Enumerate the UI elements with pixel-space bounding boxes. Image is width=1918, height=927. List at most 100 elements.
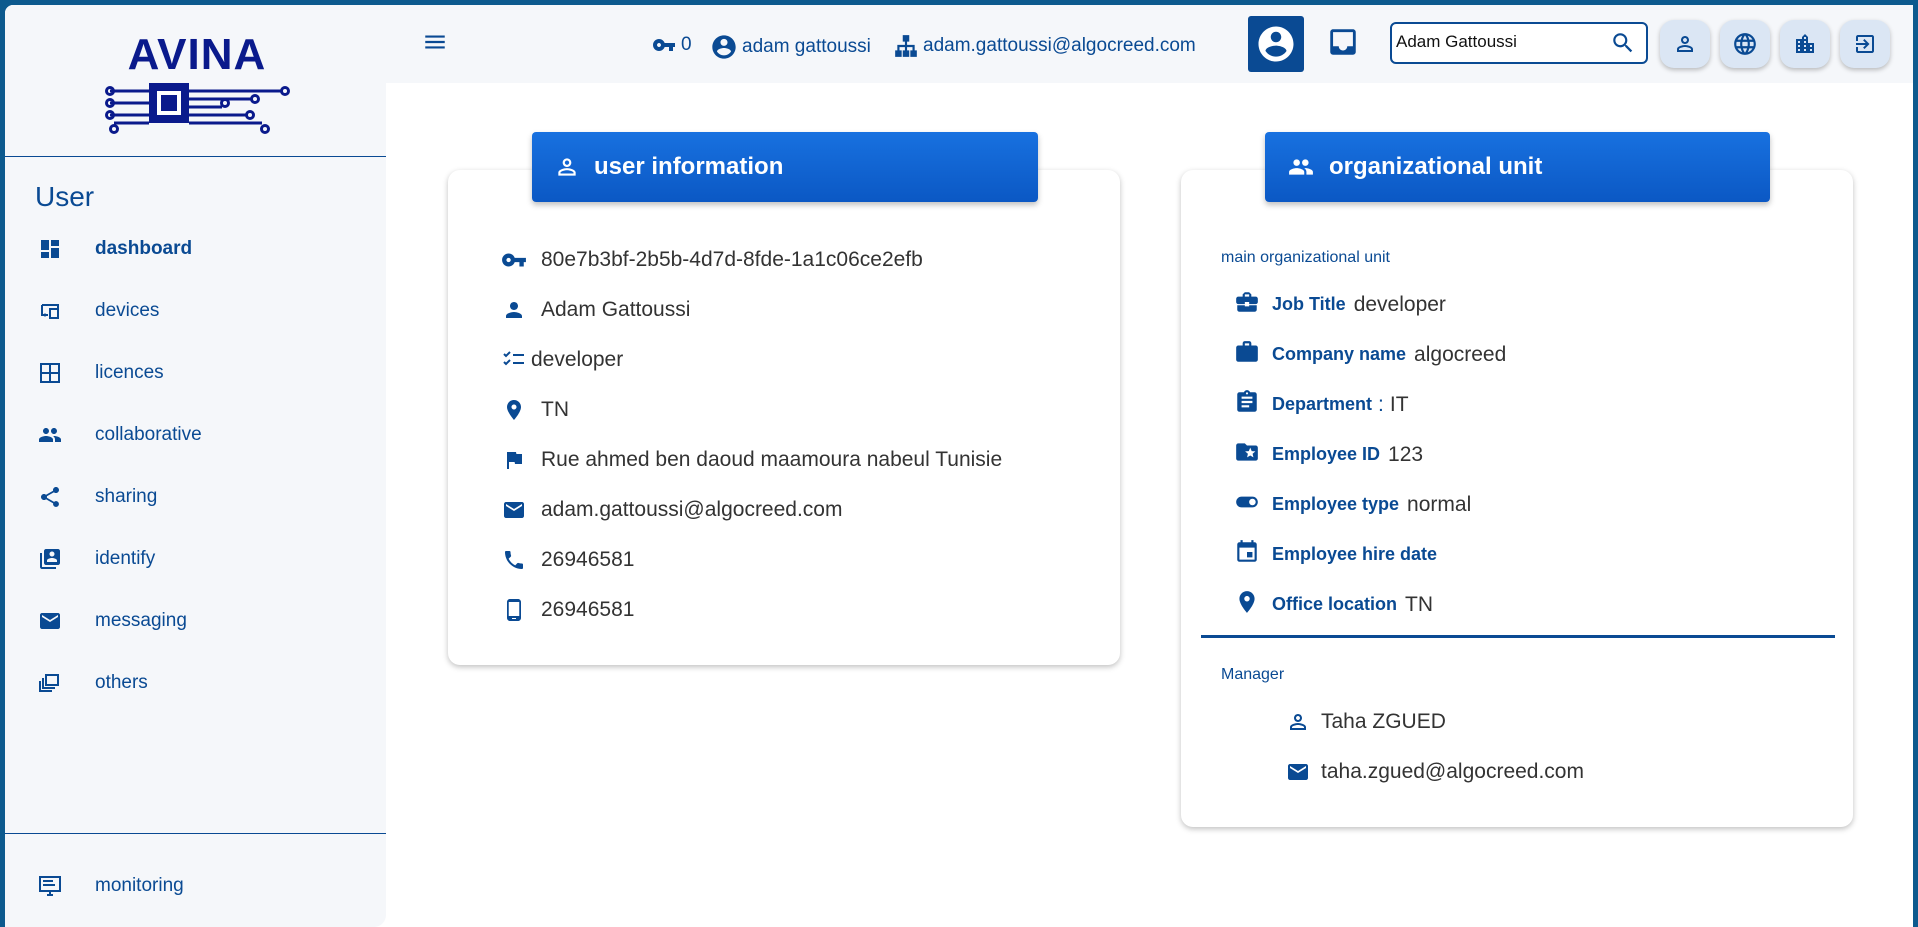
work-icon xyxy=(1234,339,1260,370)
company-label: Company name xyxy=(1272,344,1407,364)
manager-email-row: taha.zgued@algocreed.com xyxy=(1283,757,1584,787)
employee-type-label: Employee type xyxy=(1272,494,1400,514)
svg-text:AVINA: AVINA xyxy=(128,35,267,79)
department-label: Department xyxy=(1272,394,1373,414)
sidebar-item-label: identify xyxy=(95,548,156,569)
user-phone: 26946581 xyxy=(541,548,635,571)
job-title-value: developer xyxy=(1353,292,1446,316)
assignment-icon xyxy=(1234,389,1260,420)
library-icon xyxy=(35,668,65,698)
sidebar-item-label: monitoring xyxy=(95,875,184,896)
person-outline-icon xyxy=(558,158,576,176)
search-icon[interactable] xyxy=(1610,30,1636,61)
key-counter: 0 xyxy=(651,33,692,57)
sidebar-item-label: licences xyxy=(95,362,164,383)
location-pin-icon xyxy=(1234,589,1260,620)
group-icon xyxy=(35,420,65,450)
app-window: AVINA User dashboard devices licences co… xyxy=(5,5,1913,927)
manager-name-row: Taha ZGUED xyxy=(1283,707,1446,737)
sidebar-item-licences[interactable]: licences xyxy=(5,348,386,398)
search-box xyxy=(1390,22,1648,64)
dashboard-icon xyxy=(35,234,65,264)
user-country: TN xyxy=(541,398,569,421)
manager-label: Manager xyxy=(1221,666,1285,683)
avina-logo-icon: AVINA xyxy=(105,35,290,134)
sidebar-item-dashboard[interactable]: dashboard xyxy=(5,224,386,274)
mail-icon xyxy=(1283,757,1313,787)
location-pin-icon xyxy=(499,395,529,425)
department-value: IT xyxy=(1389,392,1409,416)
sidebar-item-messaging[interactable]: messaging xyxy=(5,596,386,646)
user-name-row: Adam Gattoussi xyxy=(499,295,690,325)
folder-star-icon xyxy=(1234,439,1260,470)
key-count: 0 xyxy=(681,34,692,55)
language-button[interactable] xyxy=(1720,20,1770,68)
key-icon xyxy=(653,39,675,51)
main-org-unit-label: main organizational unit xyxy=(1221,249,1390,266)
user-mobile-row: 26946581 xyxy=(499,595,634,625)
sidebar-item-monitoring[interactable]: monitoring xyxy=(5,861,386,911)
profile-button[interactable] xyxy=(1248,16,1304,72)
sidebar-item-label: messaging xyxy=(95,610,187,631)
user-id: 80e7b3bf-2b5b-4d7d-8fde-1a1c06ce2efb xyxy=(541,248,923,271)
user-id-row: 80e7b3bf-2b5b-4d7d-8fde-1a1c06ce2efb xyxy=(499,245,923,275)
manager-name: Taha ZGUED xyxy=(1321,710,1446,733)
menu-icon[interactable] xyxy=(422,29,448,60)
department-row: Department : IT xyxy=(1234,389,1409,420)
employee-id-row: Employee ID 123 xyxy=(1234,439,1423,470)
calendar-icon xyxy=(1234,539,1260,570)
user-email: adam.gattoussi@algocreed.com xyxy=(923,35,1196,56)
department-separator: : xyxy=(1378,392,1384,416)
hire-date-row: Employee hire date xyxy=(1234,539,1437,570)
job-title-label: Job Title xyxy=(1272,294,1346,314)
sidebar-item-others[interactable]: others xyxy=(5,658,386,708)
account-circle-icon xyxy=(712,35,736,59)
person-icon xyxy=(499,295,529,325)
card-title: organizational unit xyxy=(1329,153,1543,180)
employee-id-label: Employee ID xyxy=(1272,444,1381,464)
company-row: Company name algocreed xyxy=(1234,339,1506,370)
user-email-display: adam.gattoussi@algocreed.com xyxy=(893,33,1196,59)
account-circle-icon xyxy=(1258,26,1294,62)
manager-email: taha.zgued@algocreed.com xyxy=(1321,760,1584,783)
user-information-header: user information xyxy=(532,132,1038,202)
sidebar: AVINA User dashboard devices licences co… xyxy=(5,5,386,927)
user-role-row: developer xyxy=(499,345,623,375)
sidebar-item-label: sharing xyxy=(95,486,158,507)
employee-type-value: normal xyxy=(1407,492,1472,516)
logout-button[interactable] xyxy=(1840,20,1890,68)
briefcase-icon xyxy=(1234,289,1260,320)
user-name-display: adam gattoussi xyxy=(710,33,871,61)
sidebar-item-label: others xyxy=(95,672,148,693)
flag-icon xyxy=(499,445,529,475)
topbar: 0 adam gattoussi adam.gattoussi@algocree… xyxy=(386,5,1913,83)
organization-button[interactable] xyxy=(1780,20,1830,68)
user-mobile: 26946581 xyxy=(541,598,635,621)
grid-icon xyxy=(35,358,65,388)
person-button[interactable] xyxy=(1660,20,1710,68)
search-input[interactable] xyxy=(1396,32,1611,52)
sidebar-item-identify[interactable]: identify xyxy=(5,534,386,584)
badge-icon xyxy=(35,544,65,574)
user-role: developer xyxy=(531,348,624,371)
sidebar-item-collaborative[interactable]: collaborative xyxy=(5,410,386,460)
checklist-icon xyxy=(499,345,529,375)
user-phone-row: 26946581 xyxy=(499,545,634,575)
card-title: user information xyxy=(594,153,784,180)
sidebar-item-label: dashboard xyxy=(95,238,193,259)
key-icon xyxy=(499,245,529,275)
sidebar-item-sharing[interactable]: sharing xyxy=(5,472,386,522)
employee-id-value: 123 xyxy=(1388,442,1424,466)
devices-icon xyxy=(35,296,65,326)
sidebar-item-devices[interactable]: devices xyxy=(5,286,386,336)
toggle-icon xyxy=(1234,489,1260,520)
hire-date-label: Employee hire date xyxy=(1272,544,1438,564)
mail-icon xyxy=(499,495,529,525)
logout-icon xyxy=(1856,35,1874,53)
office-location-value: TN xyxy=(1405,592,1434,616)
logo[interactable]: AVINA xyxy=(5,5,386,157)
inbox-icon[interactable] xyxy=(1326,25,1360,64)
user-email-row: adam.gattoussi@algocreed.com xyxy=(499,495,842,525)
organizational-unit-header: organizational unit xyxy=(1265,132,1770,202)
share-icon xyxy=(35,482,65,512)
